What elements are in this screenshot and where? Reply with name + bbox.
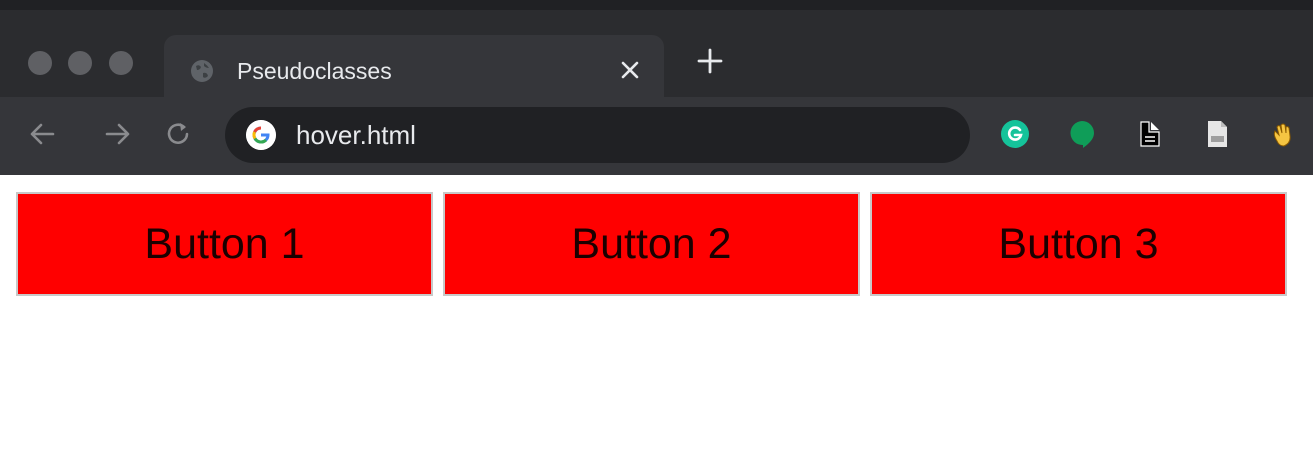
button-1[interactable]: Button 1 xyxy=(16,192,433,296)
forward-arrow-icon[interactable] xyxy=(103,119,133,149)
waving-hand-icon[interactable] xyxy=(1268,119,1298,149)
url-text: hover.html xyxy=(296,120,416,150)
reload-icon[interactable] xyxy=(163,119,193,149)
document-icon[interactable] xyxy=(1135,119,1165,149)
tab-strip: Pseudoclasses xyxy=(0,10,1313,107)
back-arrow-icon[interactable] xyxy=(27,119,57,149)
page-content: Button 1 Button 2 Button 3 xyxy=(0,175,1313,472)
tab-title: Pseudoclasses xyxy=(237,58,392,84)
grammarly-icon[interactable] xyxy=(1000,119,1030,149)
plus-icon[interactable] xyxy=(697,48,723,74)
maximize-window-button[interactable] xyxy=(109,51,133,75)
close-icon[interactable] xyxy=(619,59,641,81)
close-window-button[interactable] xyxy=(28,51,52,75)
button-row: Button 1 Button 2 Button 3 xyxy=(16,192,1287,296)
minimize-window-button[interactable] xyxy=(68,51,92,75)
globe-icon xyxy=(191,60,213,82)
browser-chrome: Pseudoclasses hover.html xyxy=(0,0,1313,175)
page-icon[interactable] xyxy=(1202,119,1232,149)
toolbar: hover.html xyxy=(0,97,1313,175)
address-bar[interactable]: hover.html xyxy=(225,107,970,163)
google-icon xyxy=(246,120,276,150)
button-3[interactable]: Button 3 xyxy=(870,192,1287,296)
hangouts-icon[interactable] xyxy=(1067,119,1097,149)
button-2[interactable]: Button 2 xyxy=(443,192,860,296)
